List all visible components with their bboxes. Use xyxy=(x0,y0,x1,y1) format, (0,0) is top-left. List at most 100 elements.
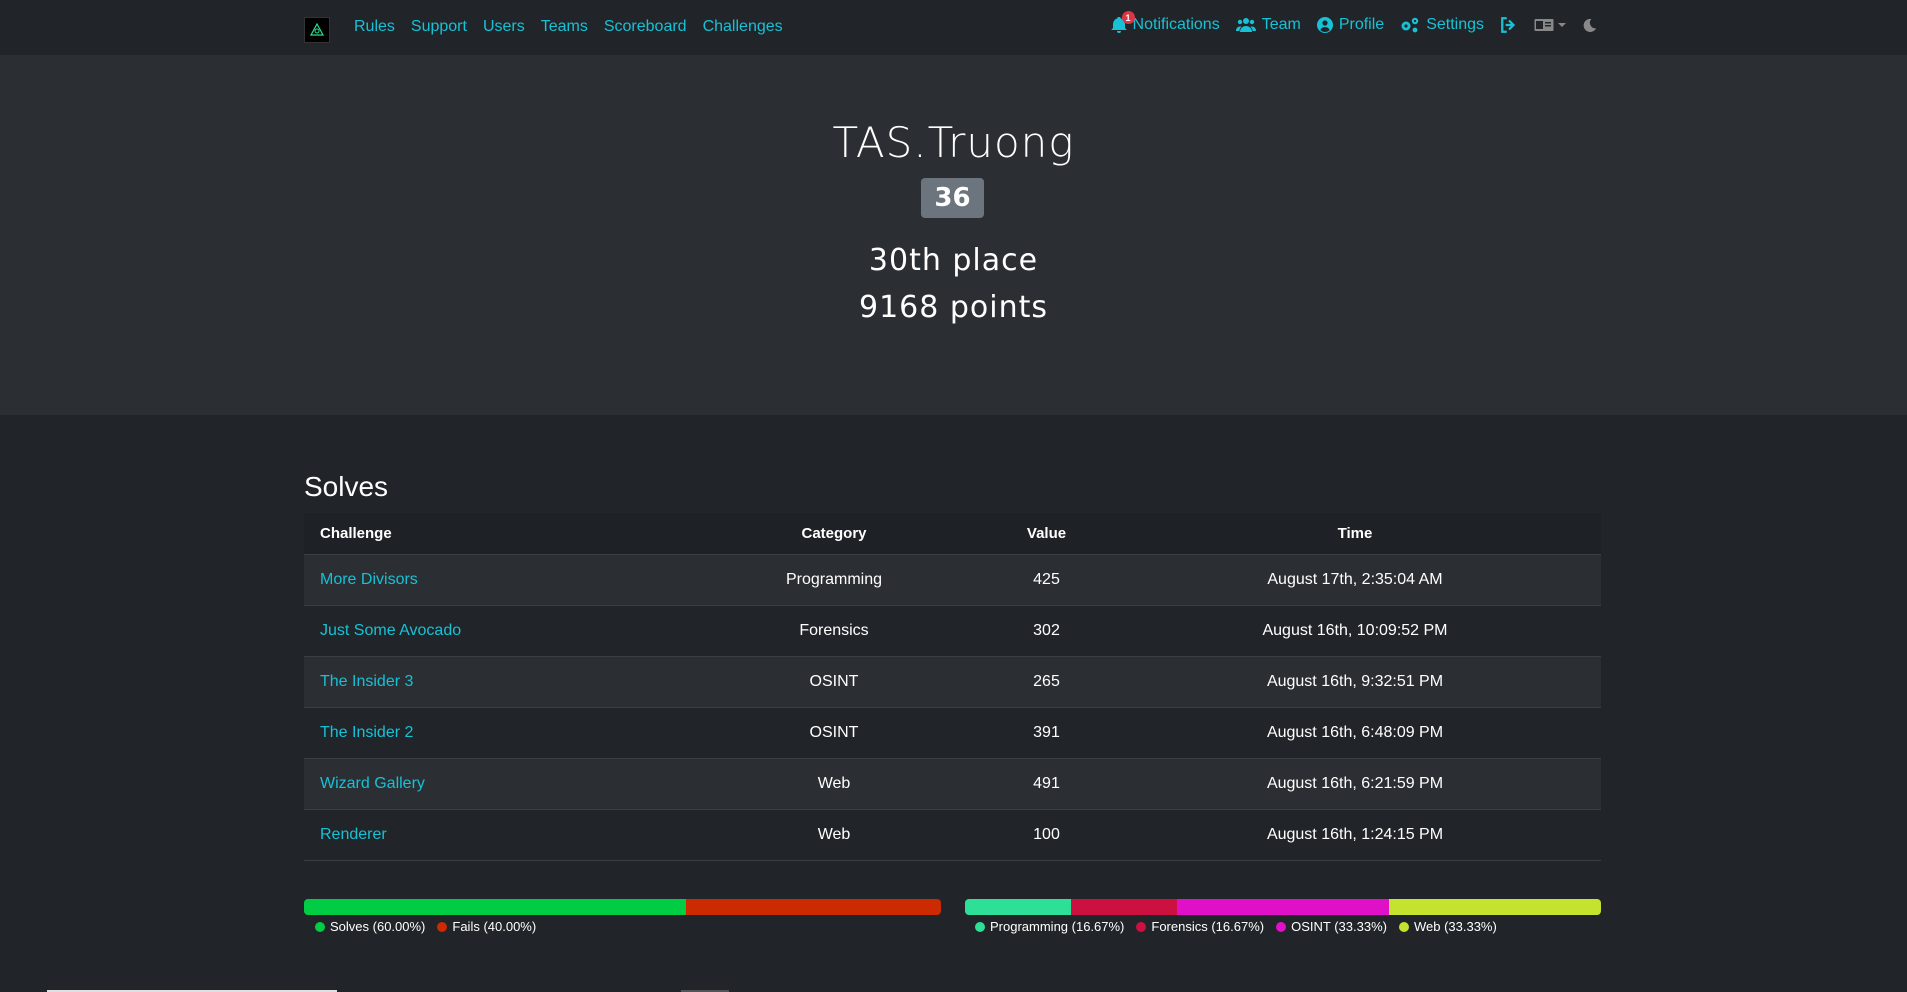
legend-dot xyxy=(315,921,325,932)
solve_fail-segment[interactable] xyxy=(686,899,941,915)
categories-segment[interactable] xyxy=(965,899,1072,915)
challenge-link[interactable]: More Divisors xyxy=(320,571,418,588)
table-row: Wizard Gallery Web 491 August 16th, 6:21… xyxy=(304,758,1601,810)
user-name: TAS.Truong xyxy=(832,118,1075,167)
time-cell: August 16th, 9:32:51 PM xyxy=(1109,656,1601,708)
categories-legend-item[interactable]: OSINT (33.33%) xyxy=(1276,919,1387,934)
challenge-link[interactable]: Wizard Gallery xyxy=(320,775,425,792)
header-value: Value xyxy=(984,513,1109,555)
legend-label: Web (33.33%) xyxy=(1413,919,1497,934)
solves-title: Solves xyxy=(304,471,389,502)
value-cell: 491 xyxy=(984,758,1109,810)
category-cell: Programming xyxy=(684,554,984,606)
legend-dot xyxy=(1398,921,1409,932)
value-cell: 302 xyxy=(984,605,1109,657)
logout-button[interactable] xyxy=(1500,16,1518,34)
nav-settings[interactable]: Settings xyxy=(1400,16,1484,34)
value-cell: 265 xyxy=(984,656,1109,708)
category-breakdown-legend: Programming (16.67%) Forensics (16.67%) OS… xyxy=(975,919,1497,934)
language-dropdown[interactable] xyxy=(1534,18,1566,32)
category-cell: Web xyxy=(684,758,984,810)
nav-profile-label: Profile xyxy=(1338,16,1385,33)
site-logo[interactable] xyxy=(304,17,330,43)
challenge-link[interactable]: Just Some Avocado xyxy=(320,622,461,639)
bell-icon: 1 xyxy=(1111,11,1135,33)
nav-notifications-label: Notifications xyxy=(1132,16,1220,33)
nav-right-menu: 1 Notifications Team Profile Settings xyxy=(1111,11,1597,34)
time-cell: August 16th, 6:48:09 PM xyxy=(1109,707,1601,759)
category-cell: Forensics xyxy=(684,605,984,657)
legend-dot xyxy=(1276,921,1287,932)
table-row: Renderer Web 100 August 16th, 1:24:15 PM xyxy=(304,809,1601,861)
categories-legend-item[interactable]: Forensics (16.67%) xyxy=(1136,919,1264,934)
category-breakdown-bar xyxy=(965,899,1601,915)
solve_fail-segment[interactable] xyxy=(304,899,687,915)
user-points: 9168 points xyxy=(858,290,1049,325)
time-cell: August 16th, 1:24:15 PM xyxy=(1109,809,1601,861)
legend-label: OSINT (33.33%) xyxy=(1291,919,1387,934)
legend-dot xyxy=(1136,921,1147,932)
legend-label: Solves (60.00%) xyxy=(330,919,426,934)
solves-table: Challenge Category Value Time More Divis… xyxy=(304,513,1601,861)
nav-challenges[interactable]: Challenges xyxy=(703,18,783,36)
table-row: The Insider 3 OSINT 265 August 16th, 9:3… xyxy=(304,656,1601,708)
categories-legend-item[interactable]: Programming (16.67%) xyxy=(975,919,1124,934)
nav-notifications[interactable]: 1 Notifications xyxy=(1111,11,1220,34)
category-cell: Web xyxy=(684,809,984,861)
cogs-icon xyxy=(1401,17,1419,33)
table-row: The Insider 2 OSINT 391 August 16th, 6:4… xyxy=(304,707,1601,759)
user-place: 30th place xyxy=(868,243,1039,278)
time-cell: August 16th, 10:09:52 PM xyxy=(1109,605,1601,657)
category-cell: OSINT xyxy=(684,656,984,708)
navbar: Rules Support Users Teams Scoreboard Cha… xyxy=(0,0,1907,55)
legend-label: Fails (40.00%) xyxy=(452,919,537,934)
category-cell: OSINT xyxy=(684,707,984,759)
categories-legend-item[interactable]: Web (33.33%) xyxy=(1398,919,1497,934)
user-header xyxy=(0,55,1907,415)
sign-out-icon xyxy=(1501,17,1516,33)
users-icon xyxy=(1235,18,1256,32)
legend-label: Forensics (16.67%) xyxy=(1151,919,1265,934)
nav-settings-label: Settings xyxy=(1426,16,1484,33)
nav-teams[interactable]: Teams xyxy=(541,18,588,36)
legend-dot xyxy=(437,921,448,932)
table-row: More Divisors Programming 425 August 17t… xyxy=(304,554,1601,606)
nav-team-label: Team xyxy=(1261,16,1301,33)
solves-fails-legend: Solves (60.00%) Fails (40.00%) xyxy=(315,919,536,934)
legend-label: Programming (16.67%) xyxy=(990,919,1125,934)
user-badge: 36 xyxy=(921,178,984,218)
value-cell: 391 xyxy=(984,707,1109,759)
logo-icon xyxy=(309,22,325,36)
solve_fail-legend-item[interactable]: Solves (60.00%) xyxy=(315,919,425,934)
categories-segment[interactable] xyxy=(1177,899,1389,915)
value-cell: 425 xyxy=(984,554,1109,606)
challenge-link[interactable]: Renderer xyxy=(320,826,387,843)
nav-support[interactable]: Support xyxy=(411,18,467,36)
time-cell: August 16th, 6:21:59 PM xyxy=(1109,758,1601,810)
nav-team[interactable]: Team xyxy=(1235,16,1301,34)
header-category: Category xyxy=(684,513,984,555)
solve_fail-legend-item[interactable]: Fails (40.00%) xyxy=(437,919,536,934)
solves-fails-bar xyxy=(304,899,941,915)
value-cell: 100 xyxy=(984,809,1109,861)
challenge-link[interactable]: The Insider 2 xyxy=(320,724,413,741)
chevron-down-icon xyxy=(1558,23,1566,27)
categories-segment[interactable] xyxy=(1071,899,1178,915)
table-header-row: Challenge Category Value Time xyxy=(304,513,1601,555)
time-cell: August 17th, 2:35:04 AM xyxy=(1109,554,1601,606)
challenge-link[interactable]: The Insider 3 xyxy=(320,673,413,690)
legend-dot xyxy=(975,921,985,932)
nav-left-menu: Rules Support Users Teams Scoreboard Cha… xyxy=(354,18,783,36)
language-icon xyxy=(1534,19,1554,31)
theme-toggle[interactable] xyxy=(1582,18,1597,33)
nav-users[interactable]: Users xyxy=(483,18,525,36)
nav-scoreboard[interactable]: Scoreboard xyxy=(604,18,687,36)
header-challenge: Challenge xyxy=(304,513,684,555)
moon-icon xyxy=(1583,18,1597,32)
header-time: Time xyxy=(1109,513,1601,555)
categories-segment[interactable] xyxy=(1389,899,1601,915)
table-row: Just Some Avocado Forensics 302 August 1… xyxy=(304,605,1601,657)
nav-profile[interactable]: Profile xyxy=(1316,16,1385,34)
nav-rules[interactable]: Rules xyxy=(354,18,395,36)
notification-count-badge: 1 xyxy=(1121,11,1135,24)
